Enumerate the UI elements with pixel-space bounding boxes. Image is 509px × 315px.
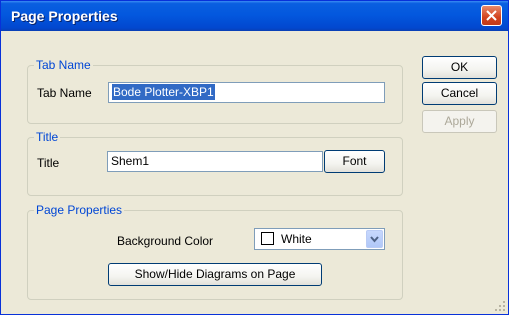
background-color-label: Background Color (117, 234, 214, 248)
window-title: Page Properties (11, 8, 118, 24)
tab-name-value: Bode Plotter-XBP1 (112, 84, 215, 100)
background-color-value: White (281, 232, 312, 246)
tab-name-input[interactable]: Bode Plotter-XBP1 (108, 82, 385, 103)
cancel-button[interactable]: Cancel (422, 82, 497, 105)
font-button[interactable]: Font (324, 150, 385, 173)
dropdown-button[interactable] (366, 230, 383, 248)
close-icon (486, 10, 497, 21)
page-properties-group: Page Properties (27, 203, 403, 300)
tab-name-legend: Tab Name (34, 58, 93, 72)
chevron-down-icon (370, 236, 379, 243)
tab-name-label: Tab Name (37, 86, 92, 100)
resize-grip-icon[interactable] (494, 300, 506, 312)
show-hide-diagrams-button[interactable]: Show/Hide Diagrams on Page (108, 263, 322, 286)
title-label: Title (37, 156, 60, 170)
background-color-select[interactable]: White (254, 228, 385, 250)
ok-button[interactable]: OK (422, 56, 497, 79)
page-properties-legend: Page Properties (34, 203, 125, 217)
title-value: Shem1 (111, 154, 150, 168)
title-bar[interactable]: Page Properties (1, 1, 508, 31)
color-swatch (261, 232, 274, 245)
page-properties-dialog: Page Properties Tab Name Tab Name Bode P… (0, 0, 509, 315)
title-legend: Title (34, 130, 61, 144)
title-input[interactable]: Shem1 (107, 151, 323, 172)
apply-button[interactable]: Apply (422, 110, 497, 133)
close-button[interactable] (481, 5, 502, 26)
